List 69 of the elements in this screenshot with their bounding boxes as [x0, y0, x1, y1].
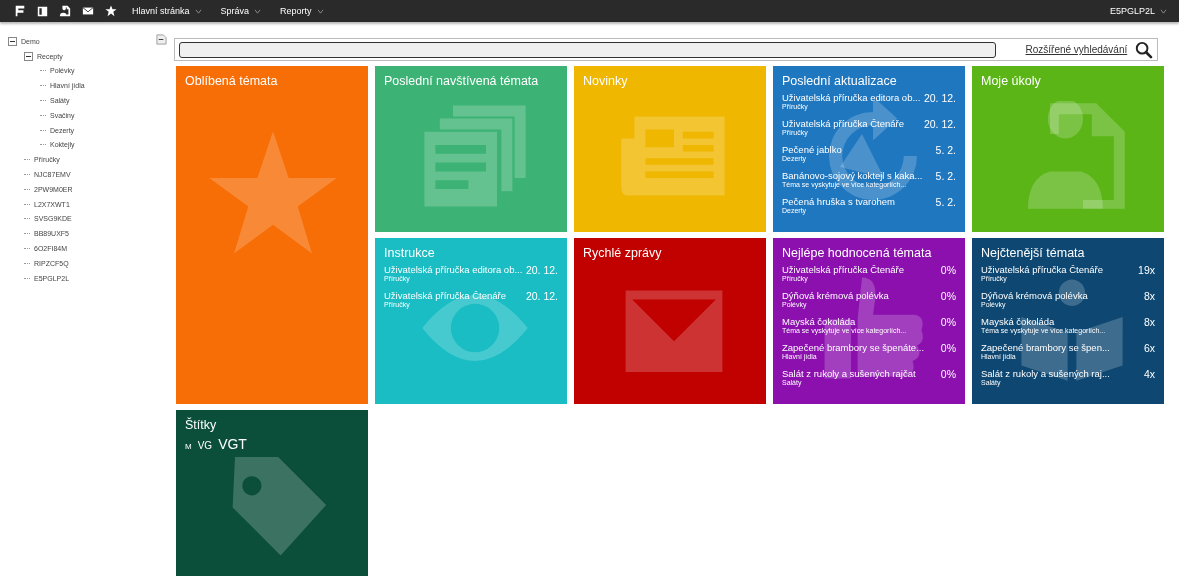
topic-value: 0% — [940, 290, 956, 302]
topic-link[interactable]: Uživatelská příručka editora ob... — [782, 92, 921, 103]
topic-link[interactable]: Zapečené brambory se špen... — [981, 342, 1110, 353]
collapse-toggle-icon[interactable] — [24, 51, 33, 61]
panel-icon[interactable] — [37, 5, 48, 17]
tag-link[interactable]: VGT — [218, 436, 247, 452]
tile-title: Novinky — [583, 74, 629, 88]
tile-title: Štítky — [185, 418, 218, 432]
search-icon[interactable] — [1135, 40, 1153, 59]
topic-value: 5. 2. — [935, 170, 956, 182]
topic-value: 5. 2. — [935, 144, 956, 156]
tile-title: Oblíbená témata — [185, 74, 279, 88]
search-field[interactable] — [179, 41, 996, 58]
topic-value: 20. 12. — [525, 290, 558, 302]
topic-value: 0% — [940, 368, 956, 380]
chevron-down-icon — [194, 8, 202, 14]
menu-item[interactable]: Hlavní stránka — [128, 6, 206, 16]
tag-link[interactable]: M — [185, 442, 192, 451]
tile-title: Nejčtenější témata — [981, 246, 1086, 260]
topic-link[interactable]: Mayská čokoláda — [981, 316, 1106, 327]
topic-link[interactable]: Salát z rukoly a sušených rajčat — [782, 368, 916, 379]
topic-value: 0% — [940, 342, 956, 354]
menu-item[interactable]: Správa — [216, 6, 266, 16]
topic-link[interactable]: Pečená hruška s tvarohem — [782, 196, 895, 207]
topic-value: 20. 12. — [923, 118, 956, 130]
collapse-panel-icon[interactable] — [156, 34, 167, 45]
topic-value: 20. 12. — [525, 264, 558, 276]
advanced-search-link[interactable]: Rozšířené vyhledávání — [1025, 44, 1128, 55]
topic-value: 0% — [940, 264, 956, 276]
tile-title: Poslední navštívená témata — [384, 74, 540, 88]
topic-link[interactable]: Dýňová krémová polévka — [782, 290, 889, 301]
topic-value: 0% — [940, 316, 956, 328]
chevron-down-icon — [1160, 8, 1167, 14]
topic-link[interactable]: Uživatelská příručka Čtenáře — [782, 264, 904, 275]
chevron-down-icon — [316, 8, 324, 14]
topic-link[interactable]: Mayská čokoláda — [782, 316, 907, 327]
tile[interactable]: Štítky M VG VGT — [176, 410, 368, 576]
topic-value: 8x — [1143, 316, 1155, 328]
star-icon[interactable] — [105, 5, 117, 17]
chevron-down-icon — [254, 8, 262, 14]
tile-title: Instrukce — [384, 246, 436, 260]
topic-link[interactable]: Dýňová krémová polévka — [981, 290, 1088, 301]
topic-link[interactable]: Uživatelská příručka Čtenáře — [981, 264, 1103, 275]
tile-title: Rychlé zprávy — [583, 246, 663, 260]
tile-title: Nejlépe hodnocená témata — [782, 246, 933, 260]
logo-icon[interactable] — [14, 5, 26, 17]
tile-title: Poslední aktualizace — [782, 74, 898, 88]
topic-value: 5. 2. — [935, 196, 956, 208]
user-document-icon[interactable] — [59, 5, 71, 17]
tile[interactable]: Rychlé zprávy — [574, 238, 766, 404]
menu-item[interactable]: Reporty — [276, 6, 328, 16]
collapse-toggle-icon[interactable] — [8, 36, 17, 46]
tile-title: Moje úkoly — [981, 74, 1042, 88]
topic-link[interactable]: Uživatelská příručka Čtenáře — [782, 118, 904, 129]
topic-link[interactable]: Banánovo-sojový koktejl s kaka... — [782, 170, 923, 181]
topic-value: 20. 12. — [923, 92, 956, 104]
topic-link[interactable]: Pečené jablko — [782, 144, 842, 155]
tile[interactable] — [773, 238, 965, 404]
tile[interactable] — [972, 238, 1164, 404]
topic-link[interactable]: Zapečené brambory se špenáte... — [782, 342, 925, 353]
tag-link[interactable]: VG — [197, 440, 213, 451]
topic-link[interactable]: Salát z rukoly a sušených raj... — [981, 368, 1110, 379]
tile[interactable] — [773, 66, 965, 232]
topic-value: 8x — [1143, 290, 1155, 302]
user-menu[interactable]: E5PGLP2L — [1105, 6, 1171, 16]
topic-value: 19x — [1138, 264, 1155, 276]
mail-icon[interactable] — [82, 5, 94, 17]
topic-value: 6x — [1143, 342, 1155, 354]
topic-value: 4x — [1143, 368, 1155, 380]
